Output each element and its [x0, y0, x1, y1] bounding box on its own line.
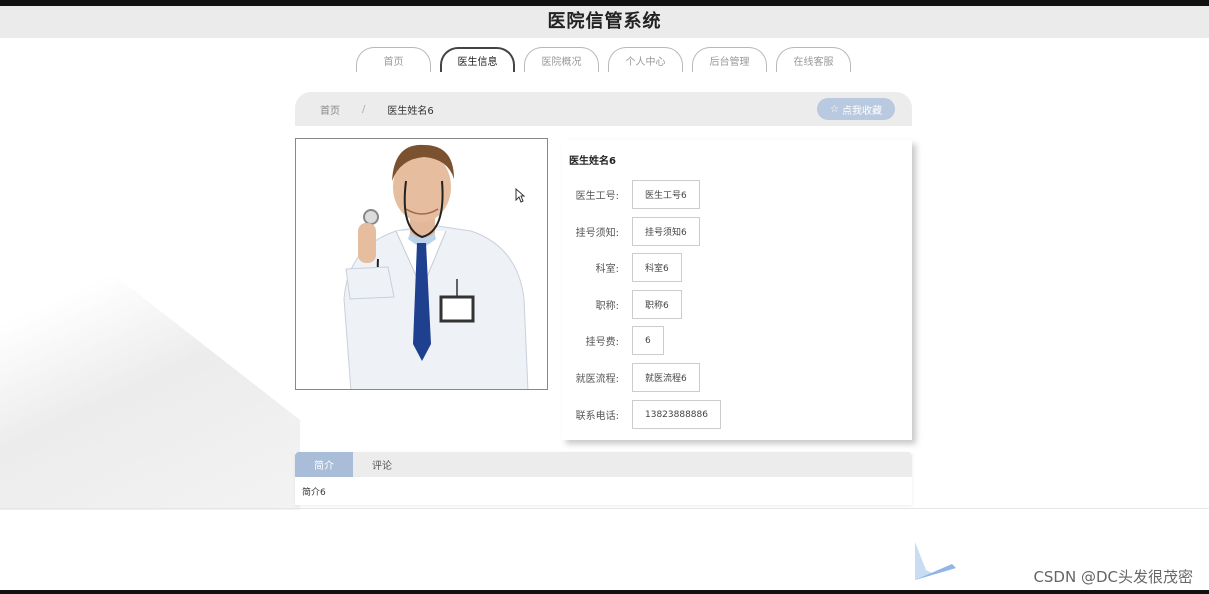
info-label: 就医流程: — [575, 374, 619, 385]
doctor-name: 医生姓名6 — [569, 156, 616, 167]
divider — [0, 508, 1209, 509]
breadcrumb-current: 医生姓名6 — [387, 105, 434, 117]
info-label: 科室: — [595, 264, 619, 275]
watermark: CSDN @DC头发很茂密 — [1033, 568, 1193, 586]
info-label: 联系电话: — [575, 411, 619, 422]
tabs-bar: 简介 评论 — [295, 452, 912, 477]
tab-intro[interactable]: 简介 — [295, 452, 353, 477]
info-row-doctor-id: 医生工号: 医生工号6 — [562, 180, 700, 209]
info-row-department: 科室: 科室6 — [562, 253, 682, 282]
info-value: 医生工号6 — [632, 180, 700, 209]
info-row-registration-notice: 挂号须知: 挂号须知6 — [562, 217, 700, 246]
main-nav: 首页 医生信息 医院概况 个人中心 后台管理 在线客服 — [356, 47, 851, 72]
favorite-button-label: 点我收藏 — [841, 105, 882, 117]
info-value: 13823888886 — [632, 400, 721, 429]
background-decoration — [0, 186, 300, 510]
nav-item-admin[interactable]: 后台管理 — [692, 47, 767, 72]
info-row-treatment-process: 就医流程: 就医流程6 — [562, 363, 700, 392]
nav-item-personal-center[interactable]: 个人中心 — [608, 47, 683, 72]
logo-arrow-icon — [912, 540, 958, 588]
site-header: 医院信管系统 — [0, 6, 1209, 38]
breadcrumb-home-link[interactable]: 首页 — [320, 102, 340, 117]
info-label: 职称: — [595, 301, 619, 312]
doctor-info-card: 医生姓名6 医生工号: 医生工号6 挂号须知: 挂号须知6 科室: 科室6 职称… — [562, 140, 912, 440]
doctor-photo — [295, 138, 548, 390]
mouse-cursor-icon — [515, 187, 526, 207]
info-row-registration-fee: 挂号费: 6 — [562, 326, 664, 355]
breadcrumb-separator: / — [362, 103, 366, 115]
nav-item-doctor-info[interactable]: 医生信息 — [440, 47, 515, 72]
info-value: 挂号须知6 — [632, 217, 700, 246]
info-label: 挂号费: — [585, 337, 619, 348]
favorite-button[interactable]: ☆ 点我收藏 — [817, 98, 895, 120]
window-bottom-edge — [0, 590, 1209, 594]
info-value: 6 — [632, 326, 664, 355]
nav-item-home[interactable]: 首页 — [356, 47, 431, 72]
info-label: 挂号须知: — [575, 228, 619, 239]
info-value: 职称6 — [632, 290, 682, 319]
info-label: 医生工号: — [575, 191, 619, 202]
star-outline-icon: ☆ — [830, 103, 839, 115]
site-title: 医院信管系统 — [547, 11, 662, 32]
info-row-phone: 联系电话: 13823888886 — [562, 400, 721, 429]
tab-comments[interactable]: 评论 — [353, 452, 411, 477]
info-row-title: 职称: 职称6 — [562, 290, 682, 319]
tab-content: 简介6 — [302, 488, 326, 498]
breadcrumb: 首页 / 医生姓名6 ☆ 点我收藏 — [295, 92, 912, 126]
nav-item-hospital-overview[interactable]: 医院概况 — [524, 47, 599, 72]
nav-item-online-service[interactable]: 在线客服 — [776, 47, 851, 72]
info-value: 就医流程6 — [632, 363, 700, 392]
info-value: 科室6 — [632, 253, 682, 282]
detail-tabs: 简介 评论 简介6 — [295, 452, 912, 505]
